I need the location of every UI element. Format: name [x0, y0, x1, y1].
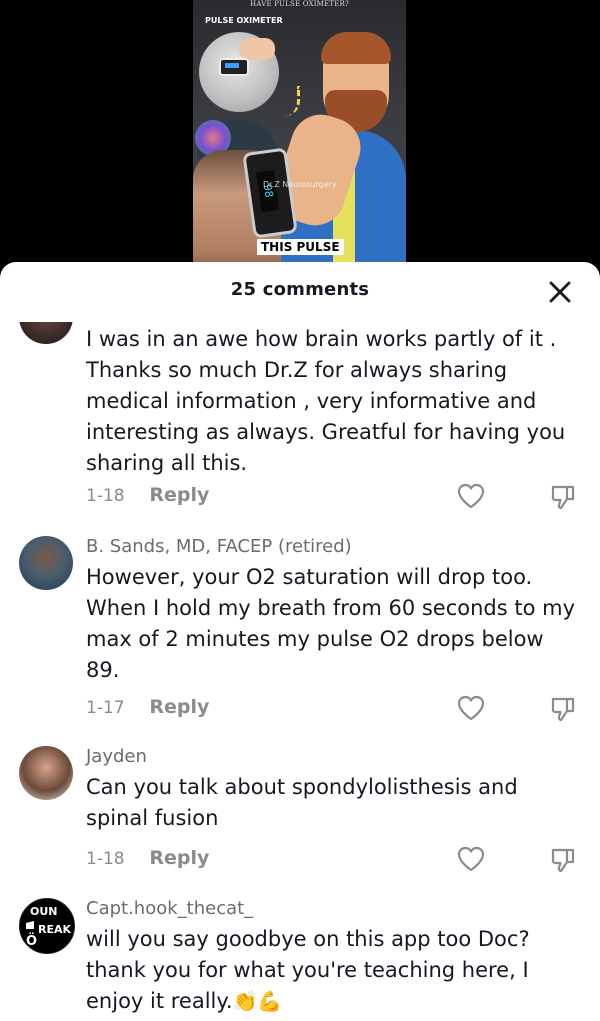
hand-illustration — [239, 38, 275, 60]
comment-username[interactable]: B. Sands, MD, FACEP (retired) — [86, 536, 580, 558]
comments-header: 25 comments — [0, 262, 600, 322]
comment-username[interactable]: Capt.hook_thecat_ — [86, 898, 580, 920]
heart-outline-icon — [457, 483, 485, 509]
like-button[interactable] — [456, 845, 486, 873]
oximeter-illustration — [199, 32, 279, 112]
video-player[interactable]: HAVE PULSE OXIMETER? PULSE OXIMETER 98 D… — [193, 0, 406, 275]
video-area: HAVE PULSE OXIMETER? PULSE OXIMETER 98 D… — [0, 0, 600, 275]
comment-username[interactable]: Jayden — [86, 746, 580, 768]
comment-meta: 1-18 Reply — [86, 847, 209, 869]
svg-text:REAK: REAK — [38, 923, 71, 936]
comment-date: 1-17 — [86, 698, 125, 718]
avatar[interactable] — [19, 536, 73, 590]
thumbs-down-outline-icon — [551, 848, 575, 873]
comment-text-content: will you say goodbye on this app too Doc… — [86, 927, 530, 1013]
pulse-oximeter-screen: 98 — [256, 170, 280, 213]
video-caption-tag: THIS PULSE — [257, 239, 344, 255]
comment-text: will you say goodbye on this app too Doc… — [86, 924, 580, 1017]
comment-body: Jayden Can you talk about spondylolisthe… — [86, 746, 580, 834]
journal-logo-icon: OUN REAK Ö — [26, 905, 71, 949]
svg-text:Ö: Ö — [26, 933, 37, 949]
thumbs-down-outline-icon — [551, 697, 575, 722]
reply-button[interactable]: Reply — [149, 484, 209, 506]
comment-text: I was in an awe how brain works partly o… — [86, 327, 566, 475]
clapping-hands-emoji: 👏 — [232, 989, 258, 1013]
avatar[interactable] — [19, 746, 73, 800]
video-caption-top: HAVE PULSE OXIMETER? — [250, 0, 349, 8]
dislike-button[interactable] — [549, 695, 577, 723]
avatar[interactable]: OUN REAK Ö — [19, 898, 75, 954]
comment-date: 1-18 — [86, 849, 125, 869]
like-button[interactable] — [456, 482, 486, 510]
comment-body: Capt.hook_thecat_ will you say goodbye o… — [86, 898, 580, 1017]
comment-date: 1-18 — [86, 486, 125, 506]
close-icon — [549, 281, 571, 303]
dislike-button[interactable] — [549, 846, 577, 874]
heart-outline-icon — [457, 846, 485, 872]
comment-body: B. Sands, MD, FACEP (retired) However, y… — [86, 536, 580, 686]
dislike-button[interactable] — [549, 483, 577, 511]
reply-button[interactable]: Reply — [149, 847, 209, 869]
like-button[interactable] — [456, 694, 486, 722]
video-label: PULSE OXIMETER — [205, 16, 283, 25]
close-button[interactable] — [546, 278, 574, 306]
cartoon-man-hair — [321, 32, 391, 64]
reply-button[interactable]: Reply — [149, 696, 209, 718]
dashed-arrow-illustration — [285, 86, 300, 116]
heart-outline-icon — [457, 695, 485, 721]
thumbs-down-outline-icon — [551, 485, 575, 510]
comment-meta: 1-17 Reply — [86, 696, 209, 718]
comment-text: Can you talk about spondylolisthesis and… — [86, 775, 518, 830]
comment-text: However, your O2 saturation will drop to… — [86, 565, 576, 682]
oximeter-device-illustration — [219, 58, 249, 76]
comment-count: 25 comments — [230, 279, 370, 300]
svg-text:OUN: OUN — [30, 905, 58, 918]
video-watermark: Dr.Z Neurosurgery — [263, 180, 337, 189]
comments-sheet: 25 comments I was in an awe how brain wo… — [0, 262, 600, 1021]
comment-body: I was in an awe how brain works partly o… — [86, 324, 580, 479]
comment-meta: 1-18 Reply — [86, 484, 209, 506]
flexed-biceps-emoji: 💪 — [257, 989, 283, 1013]
